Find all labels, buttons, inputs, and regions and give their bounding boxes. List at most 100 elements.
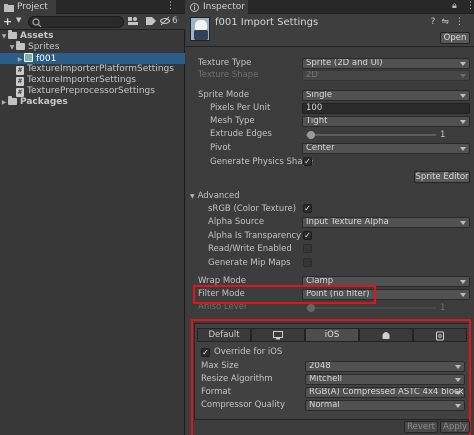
folder-icon — [8, 30, 17, 39]
tab-menu-icon[interactable]: ⋮ — [166, 1, 175, 11]
sprite-mode-dropdown[interactable]: Single — [302, 90, 470, 101]
revert-button[interactable]: Revert — [404, 421, 438, 433]
expand-arrow-icon[interactable]: ▼ — [0, 31, 8, 42]
mesh-type-label: Mesh Type — [210, 116, 255, 126]
tree-item-texture-importer-platform-settings[interactable]: # TextureImporterPlatformSettings — [0, 64, 185, 75]
csharp-script-icon: # — [16, 88, 24, 97]
sprite-mode-label: Sprite Mode — [198, 90, 250, 100]
read-write-enabled-checkbox[interactable] — [303, 244, 312, 253]
tab-inspector[interactable]: Inspector — [186, 0, 248, 14]
chevron-down-icon — [460, 94, 466, 98]
inspector-panel: Inspector 🔒︎ ⋮ f001 Import Settings ?⇋⋮ … — [186, 0, 474, 435]
project-search-input[interactable] — [28, 16, 124, 28]
aniso-level-slider-handle — [307, 304, 315, 312]
generate-mip-maps-checkbox[interactable] — [303, 258, 312, 267]
aniso-level-slider — [306, 307, 436, 309]
tree-item-sprites[interactable]: ▼ Sprites — [0, 41, 185, 53]
tab-menu-icon[interactable]: ⋮ — [466, 1, 474, 11]
lock-icon[interactable]: 🔒︎ — [452, 1, 457, 11]
sprite-thumbnail — [190, 17, 210, 41]
filter-by-type-icon[interactable] — [128, 16, 138, 29]
sprite-editor-button[interactable]: Sprite Editor — [414, 171, 470, 183]
page-title: f001 Import Settings — [215, 17, 319, 28]
advanced-foldout[interactable]: ▼ Advanced — [190, 191, 240, 202]
create-dropdown-icon[interactable]: ▼ — [16, 16, 21, 24]
sprite-mode-value: Single — [306, 90, 333, 100]
extrude-edges-label: Extrude Edges — [210, 129, 272, 139]
project-tab-label: Project — [17, 2, 48, 12]
filter-mode-highlight — [193, 285, 376, 304]
generate-mip-maps-label: Generate Mip Maps — [208, 258, 291, 268]
extrude-edges-slider[interactable] — [306, 134, 436, 136]
tree-item-label: TexturePreprocessorSettings — [27, 86, 155, 96]
alpha-source-label: Alpha Source — [208, 217, 265, 227]
header-icons: ?⇋⋮ — [431, 17, 470, 27]
aniso-level-value: 1 — [440, 303, 446, 313]
inspector-tabbar: Inspector 🔒︎ ⋮ — [186, 0, 474, 14]
extrude-edges-slider-handle[interactable] — [307, 131, 315, 139]
texture-shape-value: 2D — [306, 70, 318, 80]
chevron-down-icon — [460, 120, 466, 124]
pivot-dropdown[interactable]: Center — [302, 143, 470, 154]
texture-type-dropdown[interactable]: Sprite (2D and UI) — [302, 58, 470, 69]
tree-item-assets[interactable]: ▼ Assets — [0, 30, 185, 42]
alpha-source-dropdown[interactable]: Input Texture Alpha — [302, 217, 470, 228]
project-tree: ▼ Assets ▼ Sprites ▶ f001 # TextureImporterP… — [0, 30, 185, 108]
hidden-count: 6 — [172, 16, 178, 26]
alpha-is-transparency-checkbox[interactable]: ✓ — [303, 231, 312, 240]
context-menu-icon[interactable]: ⋮ — [455, 17, 470, 27]
open-button[interactable]: Open — [440, 32, 470, 44]
tree-item-f001[interactable]: ▶ f001 — [0, 53, 185, 64]
inspector-tab-label: Inspector — [203, 2, 245, 12]
tree-item-label: Packages — [20, 97, 68, 107]
pixels-per-unit-input[interactable]: 100 — [302, 103, 470, 114]
inspector-header: f001 Import Settings ?⇋⋮ Open — [186, 14, 474, 47]
search-icon — [32, 18, 42, 28]
chevron-down-icon — [460, 293, 466, 297]
project-tabbar: Project ⋮ — [0, 0, 185, 14]
project-panel: Project ⋮ + ▼ 6 ▼ Assets ▼ Sprites ▶ f001 — [0, 0, 185, 435]
srgb-label: sRGB (Color Texture) — [208, 204, 297, 214]
tree-item-packages[interactable]: ▶ Packages — [0, 96, 185, 108]
help-icon[interactable]: ? — [431, 17, 442, 27]
expand-arrow-icon[interactable]: ▼ — [8, 42, 16, 53]
foldout-arrow-icon: ▼ — [190, 193, 195, 200]
presets-icon[interactable]: ⇋ — [441, 17, 455, 27]
folder-icon — [16, 41, 25, 50]
tree-item-label: TextureImporterSettings — [27, 75, 136, 85]
folder-icon — [4, 3, 14, 12]
platform-panel-highlight — [191, 319, 471, 435]
tree-item-label: Assets — [20, 31, 54, 41]
chevron-down-icon — [460, 221, 466, 225]
texture-shape-label: Texture Shape — [198, 70, 259, 80]
extrude-edges-value[interactable]: 1 — [440, 130, 445, 140]
csharp-script-icon: # — [16, 77, 24, 86]
advanced-header: Advanced — [197, 191, 240, 201]
pivot-label: Pivot — [210, 143, 231, 153]
pixels-per-unit-label: Pixels Per Unit — [210, 103, 271, 113]
texture-type-value: Sprite (2D and UI) — [306, 58, 383, 68]
info-icon — [190, 2, 200, 12]
generate-physics-shape-label: Generate Physics Shape — [210, 157, 314, 167]
chevron-down-icon — [460, 147, 466, 151]
texture-shape-dropdown: 2D — [302, 70, 470, 81]
tree-item-texture-importer-settings[interactable]: # TextureImporterSettings — [0, 75, 185, 86]
chevron-down-icon — [460, 62, 466, 66]
mesh-type-dropdown[interactable]: Tight — [302, 116, 470, 127]
tree-item-label: Sprites — [28, 42, 60, 52]
tree-item-texture-preprocessor-settings[interactable]: # TexturePreprocessorSettings — [0, 86, 185, 97]
pivot-value: Center — [306, 143, 335, 153]
srgb-checkbox[interactable]: ✓ — [303, 204, 312, 213]
generate-physics-shape-checkbox[interactable]: ✓ — [303, 157, 312, 166]
folder-icon — [8, 96, 17, 105]
expand-arrow-icon[interactable]: ▶ — [0, 97, 8, 108]
create-button[interactable]: + — [3, 15, 12, 28]
sprite-icon — [24, 53, 33, 62]
apply-button[interactable]: Apply — [440, 421, 470, 433]
csharp-script-icon: # — [16, 66, 24, 75]
hidden-packages-icon[interactable] — [159, 16, 171, 29]
tab-project[interactable]: Project — [0, 0, 56, 14]
alpha-source-value: Input Texture Alpha — [306, 217, 389, 227]
filter-by-label-icon[interactable] — [146, 16, 156, 29]
alpha-is-transparency-label: Alpha Is Transparency — [208, 231, 302, 241]
